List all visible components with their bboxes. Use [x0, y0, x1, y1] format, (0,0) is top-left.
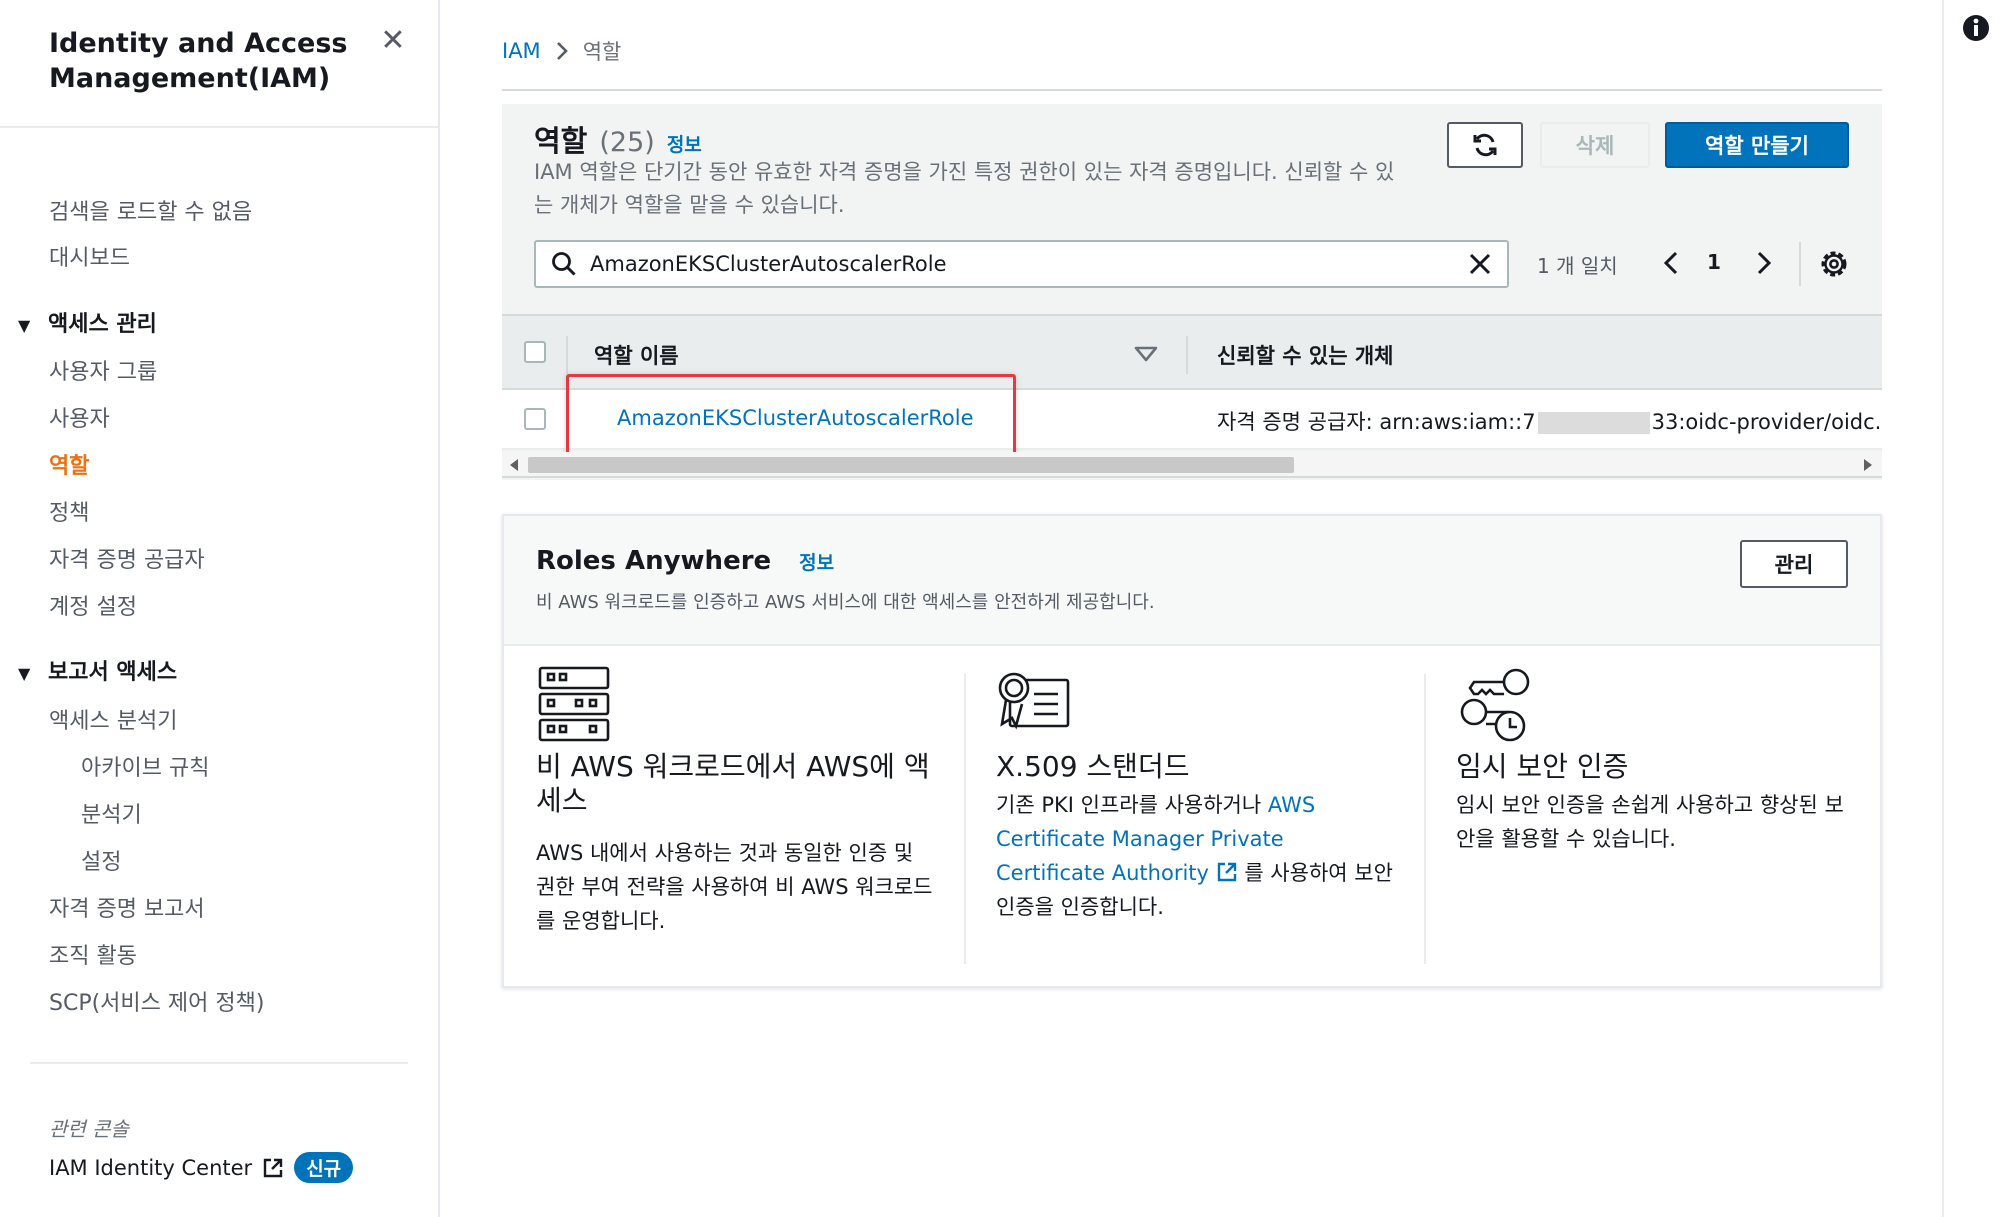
roles-anywhere-header: Roles Anywhere 정보 비 AWS 워크로드를 인증하고 AWS 서… — [504, 516, 1880, 646]
search-box — [534, 240, 1509, 288]
sidebar-item-scp[interactable]: SCP(서비스 제어 정책) — [49, 989, 264, 1019]
search-icon — [552, 252, 576, 276]
trusted-entity-suffix: 33:oidc-provider/oidc.eks — [1651, 410, 1882, 434]
sidebar-item-search-unavailable: 검색을 로드할 수 없음 — [49, 200, 253, 225]
feature-title: X.509 스탠더드 — [996, 750, 1190, 783]
sidebar-item-credential-report[interactable]: 자격 증명 보고서 — [49, 895, 205, 925]
sidebar-section-label: 보고서 액세스 — [48, 660, 178, 685]
role-name-link[interactable]: AmazonEKSClusterAutoscalerRole — [617, 406, 974, 430]
roles-panel: 역할 (25) 정보 IAM 역할은 단기간 동안 유효한 자격 증명을 가진 … — [502, 104, 1882, 480]
roles-anywhere-description: 비 AWS 워크로드를 인증하고 AWS 서비스에 대한 액세스를 안전하게 제… — [536, 592, 1155, 613]
chevron-right-icon[interactable] — [1750, 246, 1778, 280]
feature-text-prefix: 기존 PKI 인프라를 사용하거나 — [996, 793, 1268, 817]
roles-anywhere-info-link[interactable]: 정보 — [799, 548, 834, 575]
feature-column-temp-creds: 임시 보안 인증 임시 보안 인증을 손쉽게 사용하고 향상된 보안을 활용할 … — [1456, 664, 1876, 970]
trusted-entity-value: 자격 증명 공급자: arn:aws:iam::7 33:oidc-provide… — [1217, 406, 1882, 436]
sidebar-item-account-settings[interactable]: 계정 설정 — [49, 593, 137, 623]
refresh-button[interactable] — [1447, 122, 1523, 168]
right-panel-divider — [1942, 0, 1944, 1217]
chevron-left-icon[interactable] — [1657, 246, 1685, 280]
chevron-right-icon — [556, 42, 568, 60]
feature-text: AWS 내에서 사용하는 것과 동일한 인증 및 권한 부여 전략을 사용하여 … — [536, 841, 933, 933]
column-divider — [566, 336, 568, 374]
sidebar-item-org-activity[interactable]: 조직 활동 — [49, 942, 137, 972]
sidebar-item-dashboard[interactable]: 대시보드 — [49, 244, 130, 274]
breadcrumb-divider — [502, 89, 1882, 91]
clear-search-icon[interactable] — [1467, 251, 1493, 277]
sort-down-icon[interactable] — [1133, 344, 1159, 364]
sidebar-item-policies[interactable]: 정책 — [49, 499, 89, 529]
external-link-icon — [1217, 862, 1236, 882]
feature-text: 임시 보안 인증을 손쉽게 사용하고 향상된 보안을 활용할 수 있습니다. — [1456, 793, 1844, 851]
redacted-block — [1537, 412, 1650, 434]
column-header-role-name[interactable]: 역할 이름 — [594, 340, 679, 370]
column-header-trusted-entity[interactable]: 신뢰할 수 있는 개체 — [1217, 340, 1394, 370]
sidebar-item-settings[interactable]: 설정 — [81, 848, 121, 878]
page-title: 역할 — [534, 124, 588, 158]
related-consoles-label: 관련 콘솔 — [49, 1117, 129, 1141]
sidebar-item-archive-rules[interactable]: 아카이브 규칙 — [81, 754, 209, 784]
roles-header: 역할 (25) 정보 — [534, 118, 702, 160]
scroll-right-icon[interactable] — [1862, 458, 1874, 472]
identity-center-link[interactable]: IAM Identity Center 신규 — [49, 1152, 354, 1183]
breadcrumb-current: 역할 — [582, 40, 622, 64]
refresh-icon — [1473, 133, 1497, 157]
row-checkbox[interactable] — [524, 408, 546, 430]
roles-anywhere-title-row: Roles Anywhere 정보 — [536, 546, 834, 576]
table-header: 역할 이름 신뢰할 수 있는 개체 — [502, 314, 1882, 390]
server-rack-icon — [538, 666, 610, 742]
sidebar-section-access-mgmt[interactable]: ▼ 액세스 관리 — [18, 310, 157, 341]
feature-title: 비 AWS 워크로드에서 AWS에 액세스 — [536, 750, 930, 817]
gear-icon[interactable] — [1818, 248, 1850, 280]
sidebar-item-roles[interactable]: 역할 — [49, 452, 89, 482]
manage-button[interactable]: 관리 — [1740, 540, 1848, 588]
new-badge: 신규 — [294, 1152, 354, 1183]
sidebar-item-analyzers[interactable]: 분석기 — [81, 801, 142, 831]
external-link-icon — [264, 1158, 283, 1177]
delete-button[interactable]: 삭제 — [1540, 122, 1650, 168]
info-icon[interactable] — [1962, 14, 1990, 42]
feature-column-workloads: 비 AWS 워크로드에서 AWS에 액세스 AWS 내에서 사용하는 것과 동일… — [536, 664, 956, 970]
page-number[interactable]: 1 — [1707, 250, 1721, 274]
trusted-entity-prefix: 자격 증명 공급자: arn:aws:iam::7 — [1217, 410, 1536, 434]
sidebar-item-access-analyzer[interactable]: 액세스 분석기 — [49, 707, 177, 737]
sidebar-title: Identity and Access Management(IAM) — [49, 28, 348, 94]
breadcrumb: IAM 역할 — [502, 36, 621, 66]
sidebar-item-users[interactable]: 사용자 — [49, 405, 110, 435]
column-divider — [1186, 336, 1188, 374]
identity-center-label: IAM Identity Center — [49, 1155, 253, 1180]
sidebar-section-report-access[interactable]: ▼ 보고서 액세스 — [18, 658, 177, 689]
horizontal-scrollbar[interactable] — [502, 452, 1882, 478]
feature-text: 기존 PKI 인프라를 사용하거나 AWS Certificate Manage… — [996, 788, 1396, 924]
roles-anywhere-panel: Roles Anywhere 정보 비 AWS 워크로드를 인증하고 AWS 서… — [502, 514, 1882, 988]
sidebar: Identity and Access Management(IAM) ✕ 검색… — [0, 0, 440, 1217]
select-all-checkbox[interactable] — [524, 341, 546, 363]
close-icon[interactable]: ✕ — [378, 26, 408, 56]
sidebar-header: Identity and Access Management(IAM) ✕ — [0, 0, 438, 128]
pagination-divider — [1799, 242, 1801, 286]
sidebar-item-identity-providers[interactable]: 자격 증명 공급자 — [49, 546, 205, 576]
feature-column-x509: X.509 스탠더드 기존 PKI 인프라를 사용하거나 AWS Certifi… — [996, 664, 1416, 970]
caret-down-icon: ▼ — [18, 316, 31, 335]
feature-title: 임시 보안 인증 — [1456, 750, 1629, 783]
create-role-button[interactable]: 역할 만들기 — [1665, 122, 1849, 168]
caret-down-icon: ▼ — [18, 664, 31, 683]
key-clock-icon — [1460, 668, 1530, 742]
certificate-icon — [998, 672, 1070, 730]
sidebar-section-label: 액세스 관리 — [48, 312, 157, 337]
roles-info-link[interactable]: 정보 — [667, 130, 702, 157]
column-divider — [1424, 674, 1426, 964]
column-divider — [964, 674, 966, 964]
search-input[interactable] — [578, 252, 1467, 276]
roles-anywhere-title: Roles Anywhere — [536, 546, 772, 576]
scrollbar-thumb[interactable] — [528, 457, 1294, 473]
match-count: 1 개 일치 — [1537, 254, 1618, 278]
breadcrumb-iam[interactable]: IAM — [502, 39, 541, 63]
scroll-left-icon[interactable] — [508, 458, 520, 472]
table-row: AmazonEKSClusterAutoscalerRole 자격 증명 공급자… — [502, 390, 1882, 450]
sidebar-item-user-groups[interactable]: 사용자 그룹 — [49, 358, 157, 388]
sidebar-divider — [30, 1062, 408, 1064]
roles-count: (25) — [599, 127, 655, 158]
roles-description: IAM 역할은 단기간 동안 유효한 자격 증명을 가진 특정 권한이 있는 자… — [534, 160, 1395, 217]
